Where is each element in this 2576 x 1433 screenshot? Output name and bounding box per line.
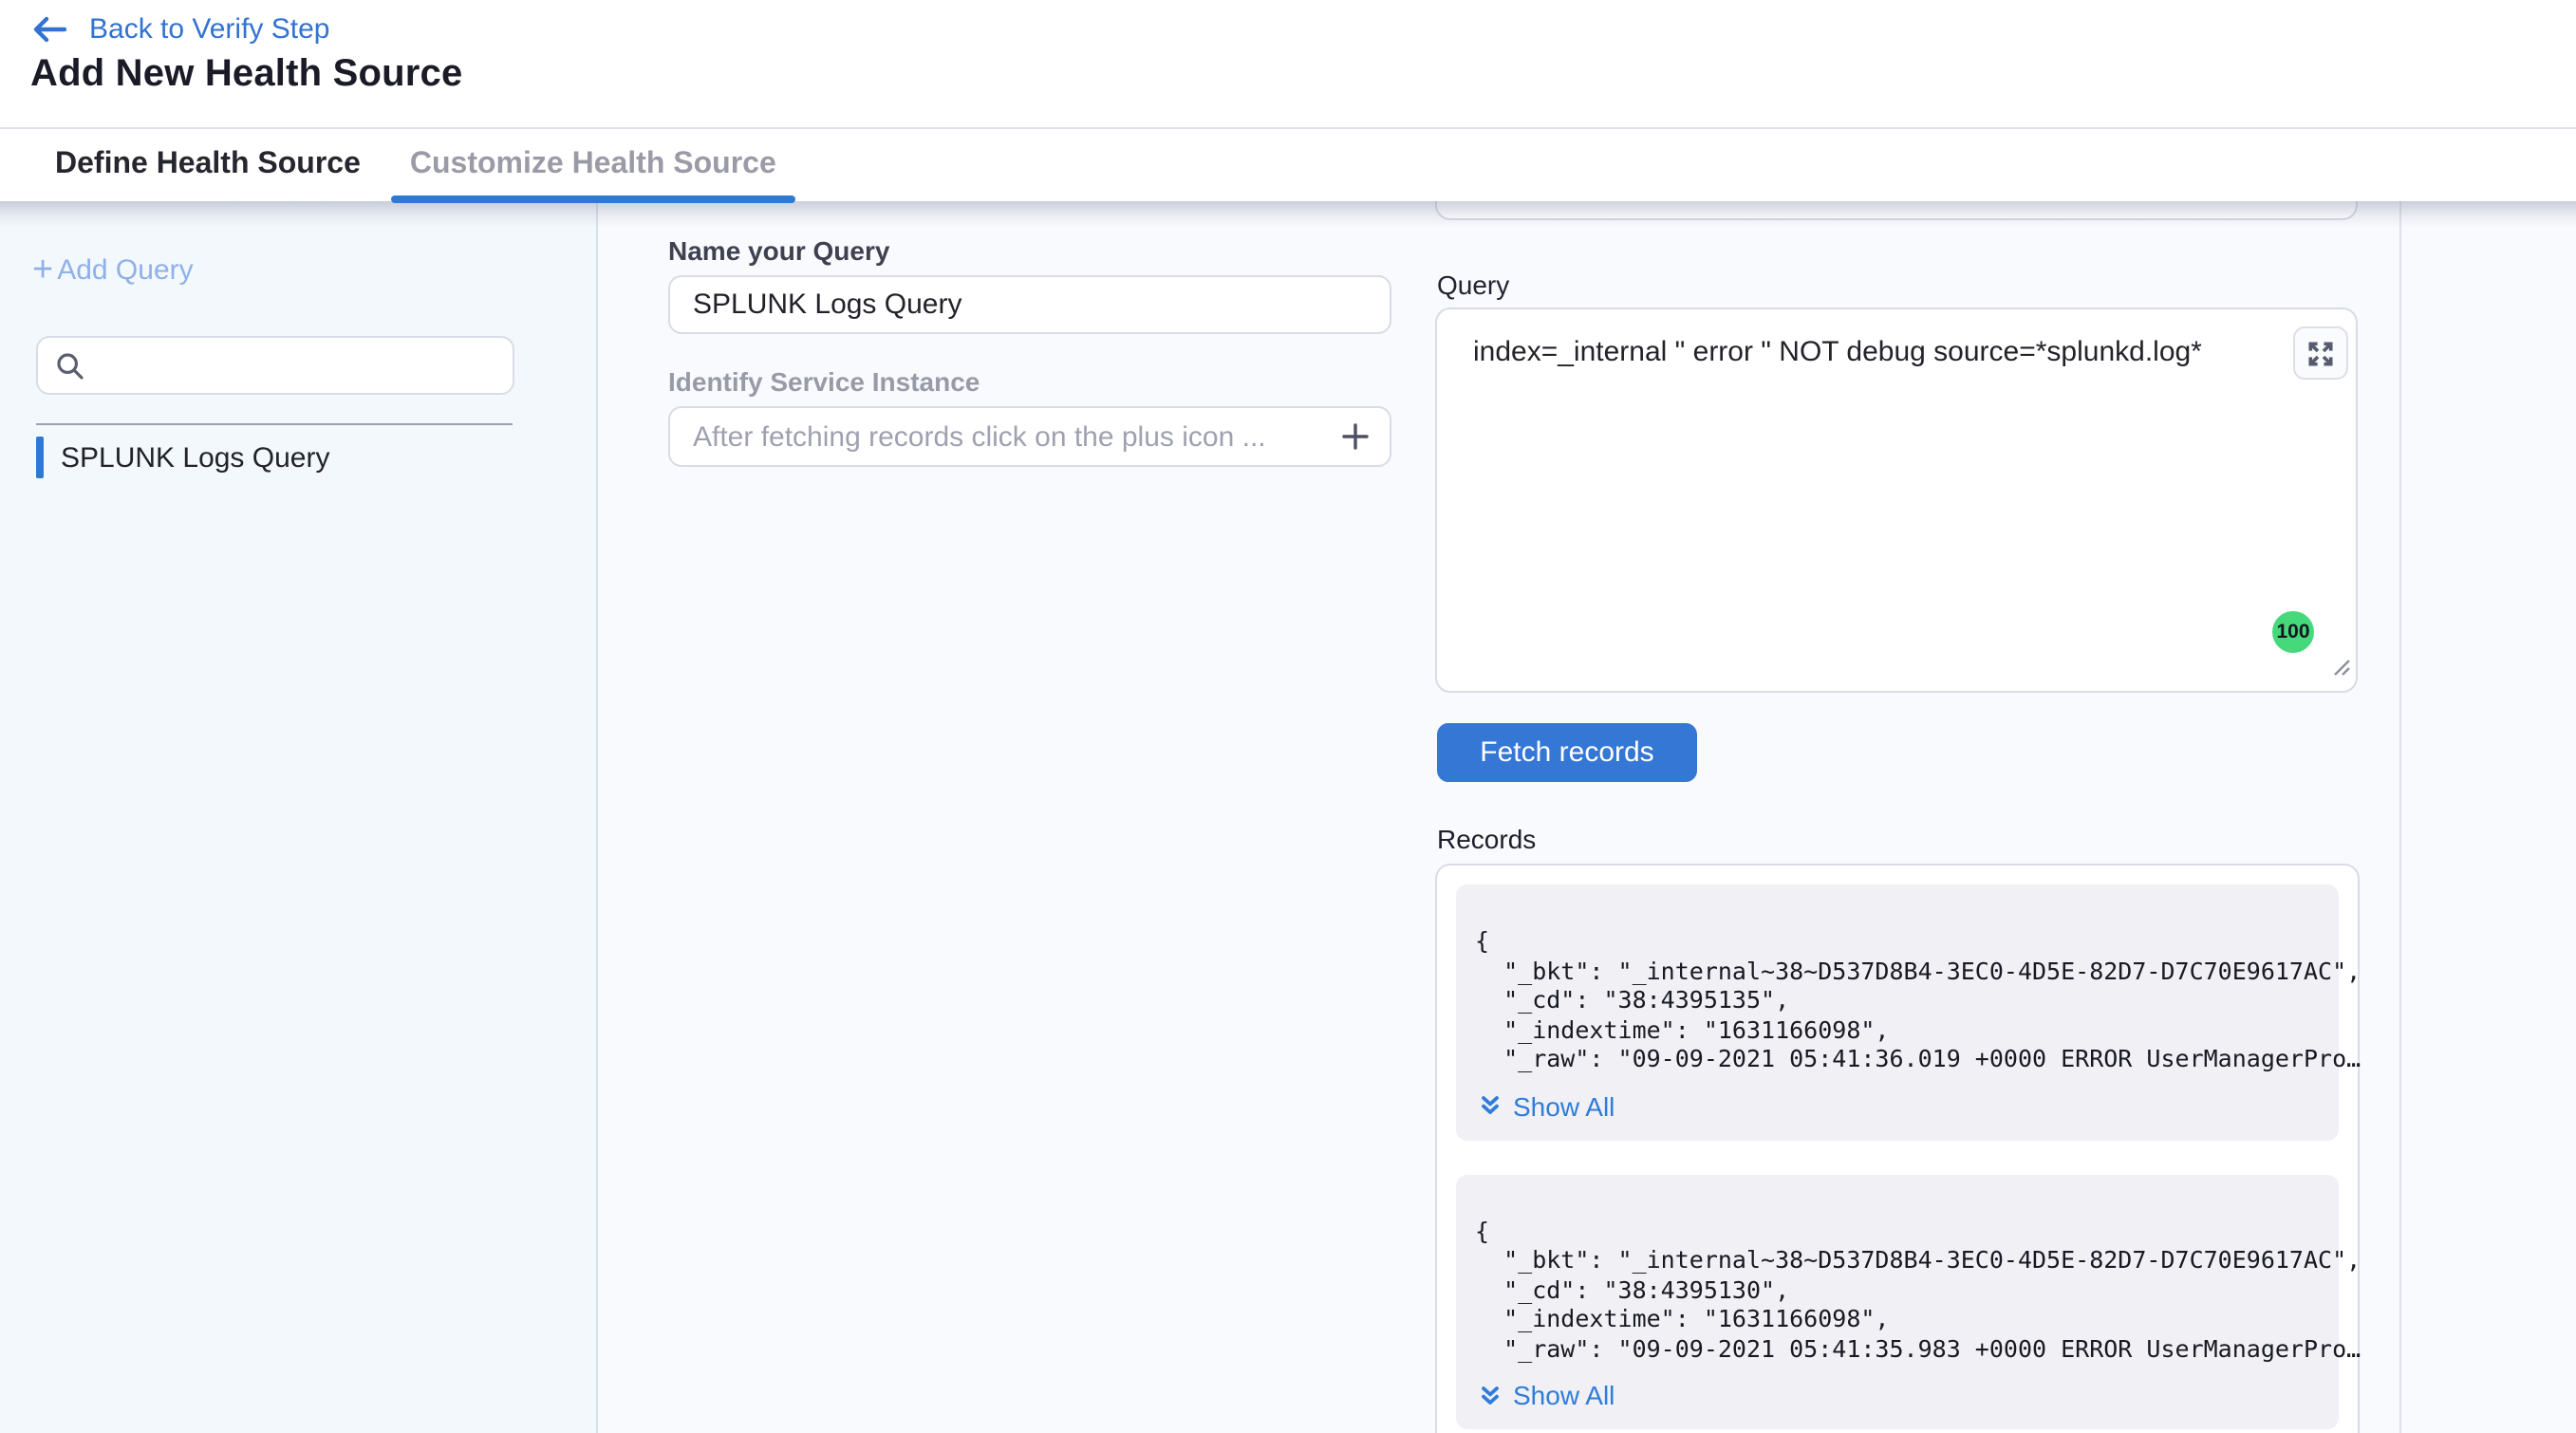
service-instance-input[interactable]: After fetching records click on the plus…: [668, 406, 1391, 467]
records-label: Records: [1437, 824, 1536, 854]
right-gutter: [2399, 201, 2576, 1433]
plus-icon: +: [32, 256, 53, 285]
record-line: "_raw": "09-09-2021 05:41:35.983 +0000 E…: [1475, 1333, 2320, 1363]
record-line: "_cd": "38:4395135",: [1475, 985, 2320, 1014]
page-header: Back to Verify Step Add New Health Sourc…: [0, 0, 2576, 127]
record-line: {: [1475, 1216, 2320, 1245]
record-line: "_indextime": "1631166098",: [1475, 1304, 2320, 1333]
resize-handle-icon[interactable]: [2329, 653, 2352, 687]
fetch-records-button[interactable]: Fetch records: [1437, 723, 1697, 782]
tab-customize-health-source[interactable]: Customize Health Source: [391, 129, 795, 201]
query-label: Query: [1437, 270, 1509, 300]
show-all-label: Show All: [1513, 1090, 1615, 1121]
record-line: "_cd": "38:4395130",: [1475, 1275, 2320, 1304]
content-area: + Add Query SPLUNK Logs Query Name your …: [0, 201, 2576, 1433]
back-link-label: Back to Verify Step: [89, 13, 329, 46]
tab-bar: Define Health Source Customize Health So…: [0, 127, 2576, 201]
back-arrow-icon: [30, 15, 68, 44]
query-textarea[interactable]: index=_internal " error " NOT debug sour…: [1435, 307, 2358, 693]
show-all-label: Show All: [1513, 1380, 1615, 1410]
show-all-link[interactable]: Show All: [1479, 1090, 2320, 1121]
record-line: "_bkt": "_internal~38~D537D8B4-3EC0-4D5E…: [1475, 956, 2320, 985]
record-line: "_bkt": "_internal~38~D537D8B4-3EC0-4D5E…: [1475, 1245, 2320, 1275]
query-item-label: SPLUNK Logs Query: [61, 441, 329, 474]
double-chevron-down-icon: [1479, 1383, 1502, 1407]
record-line: "_raw": "09-09-2021 05:41:36.019 +0000 E…: [1475, 1044, 2320, 1073]
record-card: { "_bkt": "_internal~38~D537D8B4-3EC0-4D…: [1456, 884, 2339, 1140]
record-count-badge: 100: [2272, 611, 2314, 653]
expand-icon: [2306, 339, 2335, 367]
page: Back to Verify Step Add New Health Sourc…: [0, 0, 2576, 1433]
tab-define-health-source[interactable]: Define Health Source: [36, 129, 380, 201]
selected-indicator-bar: [36, 437, 44, 478]
service-instance-label: Identify Service Instance: [668, 366, 980, 397]
query-value: index=_internal " error " NOT debug sour…: [1473, 336, 2202, 368]
show-all-link[interactable]: Show All: [1479, 1380, 2320, 1410]
plus-icon[interactable]: [1340, 421, 1371, 452]
record-line: "_indextime": "1631166098",: [1475, 1014, 2320, 1044]
query-name-value: SPLUNK Logs Query: [693, 288, 961, 321]
query-search-input[interactable]: [36, 336, 514, 395]
query-sidebar: + Add Query SPLUNK Logs Query: [0, 201, 598, 1433]
page-title: Add New Health Source: [30, 53, 462, 97]
sidebar-divider: [36, 423, 513, 425]
name-query-label: Name your Query: [668, 235, 889, 266]
record-card: { "_bkt": "_internal~38~D537D8B4-3EC0-4D…: [1456, 1174, 2339, 1429]
double-chevron-down-icon: [1479, 1093, 1502, 1118]
sidebar-item-splunk-logs-query[interactable]: SPLUNK Logs Query: [36, 437, 329, 478]
back-link[interactable]: Back to Verify Step: [30, 13, 329, 46]
service-instance-placeholder: After fetching records click on the plus…: [693, 420, 1266, 453]
scrolled-input-partial[interactable]: [1435, 201, 2358, 220]
records-container: { "_bkt": "_internal~38~D537D8B4-3EC0-4D…: [1435, 864, 2360, 1433]
add-query-label: Add Query: [57, 254, 193, 287]
add-query-button[interactable]: + Add Query: [32, 254, 194, 287]
record-line: {: [1475, 926, 2320, 956]
search-icon: [55, 350, 85, 381]
expand-button[interactable]: [2293, 326, 2348, 380]
query-name-input[interactable]: SPLUNK Logs Query: [668, 275, 1391, 334]
